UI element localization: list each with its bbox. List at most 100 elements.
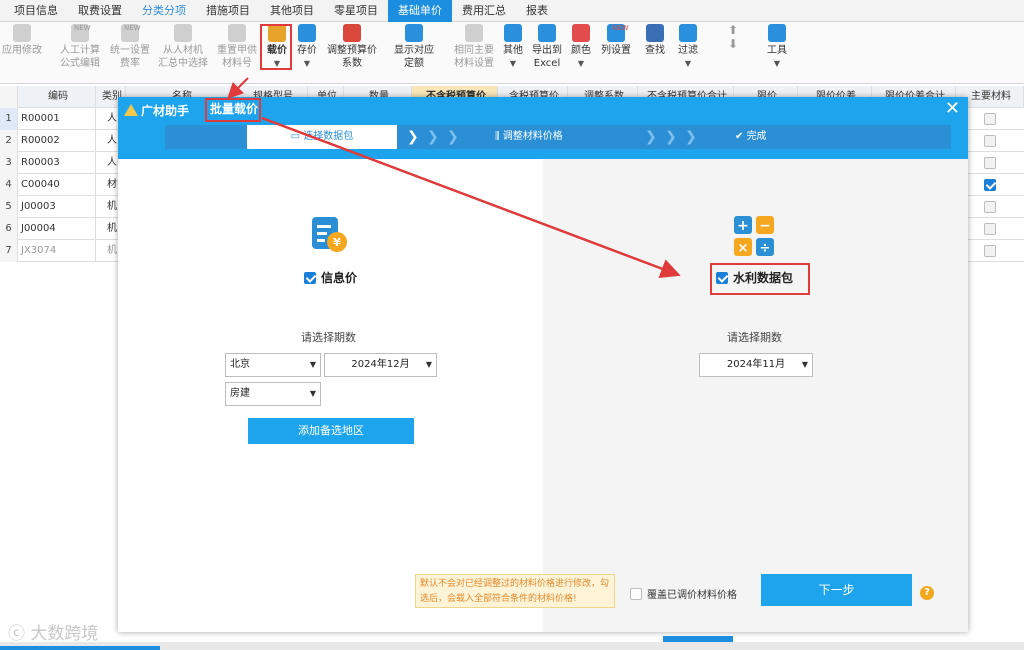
tab-fee-settings[interactable]: 取费设置 [68,0,132,22]
main-material-checkbox[interactable] [984,179,996,191]
move-up-button[interactable]: ⬆ ⬇ [726,24,740,52]
show-quota-button[interactable]: 显示对应 定额 [392,24,436,70]
code-cell: C00040 [18,174,96,196]
code-cell: R00003 [18,152,96,174]
save-price-icon [298,24,316,42]
chevron-right-icon: ❯ [427,129,439,145]
filter-icon [679,24,697,42]
svg-text:×: × [738,241,749,256]
row-number: 4 [0,174,18,196]
info-price-icon: ¥ [310,215,348,255]
top-tab-bar: 项目信息 取费设置 分类分项 措施项目 其他项目 零星项目 基础单价 费用汇总 … [0,0,1024,22]
row-number: 6 [0,218,18,240]
row-number: 3 [0,152,18,174]
col-header[interactable]: 编码 [18,86,96,108]
code-cell: J00003 [18,196,96,218]
watermark-logo-icon: ⓒ [8,624,31,644]
color-button[interactable]: 颜色 ▼ [569,24,593,70]
next-step-button[interactable]: 下一步 [761,574,912,606]
chevron-right-icon: ❯ [645,129,657,145]
info-price-panel: ¥ 信息价 请选择期数 北京 ▼ 2024年12月 ▼ 房建 ▼ 添加备选地区 [118,159,543,632]
overwrite-tip: 默认不会对已经调整过的材料价格进行修改，勾选后，会载入全部符合条件的材料价格! [415,574,615,608]
tab-fee-summary[interactable]: 费用汇总 [452,0,516,22]
help-icon[interactable]: ? [920,586,934,600]
new-badge: NEW [344,24,361,32]
main-material-checkbox[interactable] [984,223,996,235]
other-button[interactable]: 其他 ▼ [501,24,525,70]
save-price-button[interactable]: 存价 ▼ [294,24,320,70]
main-material-checkbox[interactable] [984,113,996,125]
cover-adjusted-checkbox[interactable] [630,587,642,600]
left-period-select[interactable]: 2024年12月 ▼ [324,353,437,377]
wizard-steps: ▭ 选择数据包 ❯ ❯ ❯ ⫼ 调整材料价格 ❯ ❯ ❯ ✔ 完成 [165,125,951,149]
house-logo-icon [124,104,138,116]
tools-button[interactable]: 工具 ▼ [764,24,790,70]
watermark: ⓒ 大数跨境 [8,624,99,644]
dropdown-arrow-icon: ▼ [577,59,585,68]
chevron-right-icon: ❯ [685,129,697,145]
bottom-tab-indicator [0,646,160,650]
grid-icon [504,24,522,42]
tab-other-items[interactable]: 其他项目 [260,0,324,22]
new-badge: NEW [612,24,629,32]
ribbon-toolbar: 应用修改 人工计算 公式编辑 统一设置 费率 从人材机 汇总中选择 重置甲供 材… [0,22,1024,84]
dropdown-arrow-icon: ▼ [684,59,692,68]
tab-classification[interactable]: 分类分项 [132,0,196,22]
materials-icon [174,24,192,42]
add-region-button[interactable]: 添加备选地区 [248,418,414,444]
tab-measures[interactable]: 措施项目 [196,0,260,22]
info-price-option[interactable]: 信息价 [304,269,357,286]
arrow-down-icon: ⬇ [727,37,739,51]
calculator-icon: + − × ÷ [733,215,775,257]
new-badge: NEW [124,24,141,32]
dropdown-caret-icon: ▼ [309,360,316,369]
main-material-checkbox[interactable] [984,245,996,257]
main-material-checkbox[interactable] [984,201,996,213]
left-period-label: 请选择期数 [301,331,356,344]
dropdown-arrow-icon: ▼ [509,59,517,68]
chevron-right-icon: ❯ [665,129,677,145]
filter-button[interactable]: 过滤 ▼ [674,24,702,70]
dropdown-arrow-icon: ▼ [773,59,781,68]
app-logo: 广材助手 [124,101,189,119]
row-number: 5 [0,196,18,218]
corner-cell [0,86,18,108]
same-material-button[interactable]: 相同主要 材料设置 [451,24,497,70]
code-cell: J00004 [18,218,96,240]
main-material-checkbox[interactable] [984,135,996,147]
export-icon [538,24,556,42]
dropdown-caret-icon: ▼ [425,360,432,369]
export-excel-button[interactable]: 导出到 Excel [530,24,564,70]
row-number: 2 [0,130,18,152]
batch-load-price-dialog: 广材助手 批量载价 ✕ ▭ 选择数据包 ❯ ❯ ❯ ⫼ 调整材料价格 ❯ ❯ ❯… [118,97,968,632]
check-circle-icon: ✔ [735,131,747,142]
region-select[interactable]: 北京 ▼ [225,353,321,377]
apply-modify-button[interactable]: 应用修改 [2,24,42,57]
svg-text:¥: ¥ [333,236,341,249]
tab-project-info[interactable]: 项目信息 [4,0,68,22]
main-material-checkbox[interactable] [984,157,996,169]
cover-adjusted-option[interactable]: 覆盖已调价材料价格 [630,586,737,601]
row-number: 1 [0,108,18,130]
new-badge: NEW [74,24,91,32]
svg-text:+: + [737,218,749,234]
tab-base-price[interactable]: 基础单价 [388,0,452,22]
close-icon[interactable]: ✕ [945,99,960,119]
arrow-up-icon: ⬆ [727,23,739,37]
right-period-label: 请选择期数 [727,331,782,344]
find-button[interactable]: 查找 [642,24,668,57]
load-price-highlight [260,24,292,70]
step-complete: ✔ 完成 [735,131,767,142]
tools-icon [768,24,786,42]
tab-reports[interactable]: 报表 [516,0,558,22]
reset-supplied-button[interactable]: 重置甲供 材料号 [214,24,260,70]
category-select[interactable]: 房建 ▼ [225,382,321,406]
info-price-checkbox[interactable] [304,271,316,284]
code-cell: JX3074 [18,240,96,262]
chevron-right-icon: ❯ [407,129,419,145]
dialog-header: 广材助手 批量载价 ✕ ▭ 选择数据包 ❯ ❯ ❯ ⫼ 调整材料价格 ❯ ❯ ❯… [118,97,968,159]
right-period-select[interactable]: 2024年11月 ▼ [699,353,813,377]
apply-icon [13,24,31,42]
tab-sporadic[interactable]: 零星项目 [324,0,388,22]
from-summary-button[interactable]: 从人材机 汇总中选择 [156,24,210,70]
